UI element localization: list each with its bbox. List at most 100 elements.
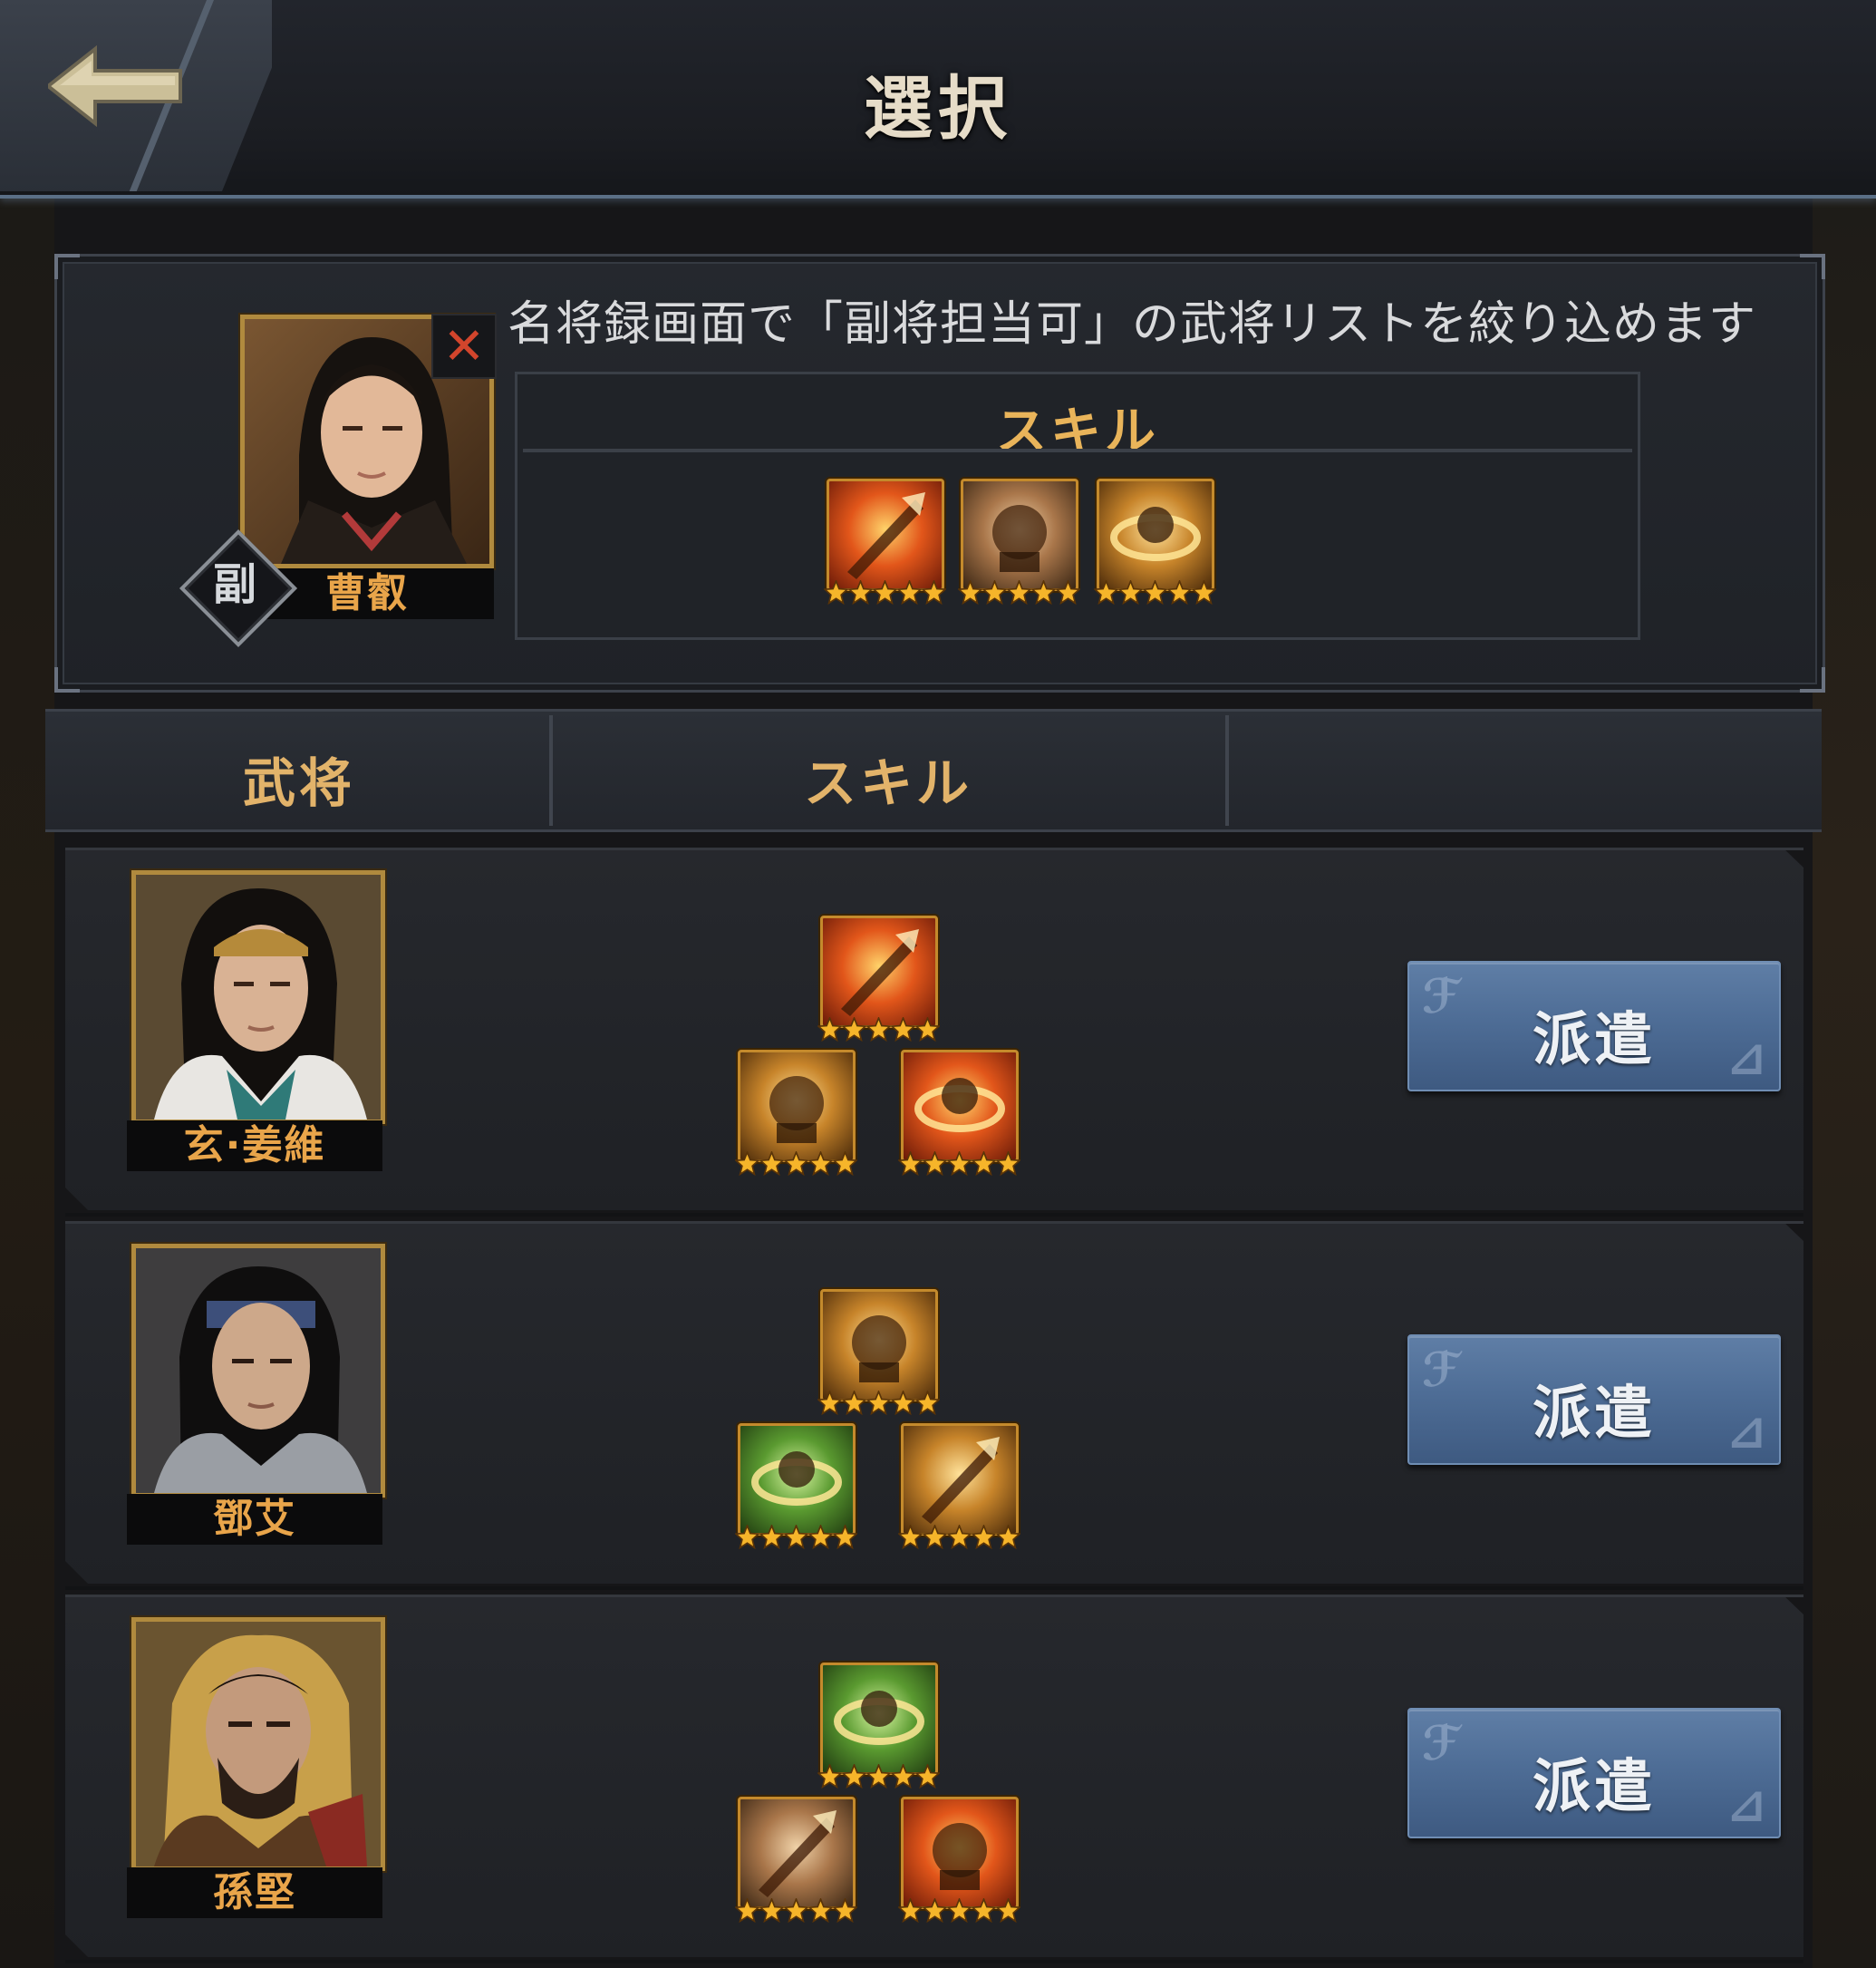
star-icon xyxy=(897,1898,923,1923)
skill-stars xyxy=(734,1525,857,1550)
star-icon xyxy=(783,1525,808,1549)
beast-roar-skill-icon xyxy=(901,1423,1019,1536)
supply-cart-skill-icon xyxy=(820,1663,938,1775)
star-icon xyxy=(914,1391,940,1415)
star-icon xyxy=(922,1151,947,1176)
star-icon xyxy=(946,1898,972,1923)
star-icon xyxy=(817,1764,842,1789)
skill-slot[interactable] xyxy=(897,1050,1020,1177)
supply-cart-skill-icon xyxy=(738,1423,856,1536)
star-icon xyxy=(759,1151,784,1176)
dispatch-button-3[interactable]: ℱ ⊿ 派遣 xyxy=(1407,1708,1781,1838)
remove-selected-button[interactable]: ✕ xyxy=(431,314,497,379)
star-icon xyxy=(783,1898,808,1923)
general-portrait-image xyxy=(136,1622,381,1866)
general-aura-skill-icon xyxy=(1097,479,1214,591)
star-icon xyxy=(995,1525,1020,1549)
star-icon xyxy=(807,1151,833,1176)
star-icon xyxy=(897,1151,923,1176)
star-icon xyxy=(783,1151,808,1176)
skill-stars xyxy=(957,580,1080,606)
skill-stars xyxy=(897,1898,1020,1924)
col-skill-header: スキル xyxy=(803,752,972,814)
star-icon xyxy=(807,1525,833,1549)
star-icon xyxy=(832,1525,857,1549)
skill-stars xyxy=(1093,580,1216,606)
star-icon xyxy=(1191,580,1216,605)
general-name: 孫堅 xyxy=(127,1867,382,1918)
page-title: 選択 xyxy=(864,68,1012,149)
star-icon xyxy=(734,1151,759,1176)
star-icon xyxy=(865,1764,891,1789)
star-icon xyxy=(841,1764,866,1789)
star-icon xyxy=(817,1017,842,1042)
skill-slot[interactable] xyxy=(817,916,940,1042)
skill-slot[interactable] xyxy=(897,1423,1020,1550)
skill-slot[interactable] xyxy=(817,1663,940,1789)
skill-slot[interactable] xyxy=(897,1797,1020,1924)
hint-text: 名将録画面で「副将担当可」の武将リストを絞り込めます xyxy=(508,297,1757,352)
star-icon xyxy=(832,1151,857,1176)
skill-slot[interactable] xyxy=(734,1797,857,1924)
skill-stars xyxy=(897,1525,1020,1550)
star-icon xyxy=(1142,580,1167,605)
star-icon xyxy=(914,1017,940,1042)
skill-stars xyxy=(817,1764,940,1789)
background-left xyxy=(0,195,54,1968)
star-icon xyxy=(982,580,1007,605)
star-icon xyxy=(922,1525,947,1549)
star-icon xyxy=(921,580,946,605)
arrow-shield-skill-icon xyxy=(738,1797,856,1909)
star-icon xyxy=(1030,580,1056,605)
star-icon xyxy=(995,1898,1020,1923)
star-icon xyxy=(914,1764,940,1789)
dispatch-button-2[interactable]: ℱ ⊿ 派遣 xyxy=(1407,1334,1781,1465)
spear-strike-skill-icon xyxy=(820,916,938,1028)
gauntlet-sword-skill-icon xyxy=(901,1050,1019,1162)
star-icon xyxy=(807,1898,833,1923)
star-icon xyxy=(890,1764,915,1789)
star-icon xyxy=(946,1525,972,1549)
general-portrait-jiangwei[interactable] xyxy=(131,870,385,1124)
close-icon: ✕ xyxy=(442,316,486,376)
star-icon xyxy=(971,1898,996,1923)
dispatch-button-1[interactable]: ℱ ⊿ 派遣 xyxy=(1407,961,1781,1091)
skill-slot[interactable] xyxy=(734,1423,857,1550)
star-icon xyxy=(897,1525,923,1549)
star-icon xyxy=(957,580,982,605)
skill-stars xyxy=(897,1151,1020,1177)
skill-stars xyxy=(734,1151,857,1177)
star-icon xyxy=(759,1525,784,1549)
skill-stars xyxy=(817,1017,940,1042)
star-icon xyxy=(734,1898,759,1923)
general-name: 玄·姜維 xyxy=(127,1120,382,1171)
skill-slot[interactable] xyxy=(823,479,946,606)
star-icon xyxy=(872,580,897,605)
general-portrait-sunjian[interactable] xyxy=(131,1617,385,1871)
general-name: 鄧艾 xyxy=(127,1494,382,1545)
star-icon xyxy=(922,1898,947,1923)
col-general-header: 武将 xyxy=(242,752,355,814)
star-icon xyxy=(817,1391,842,1415)
star-icon xyxy=(1166,580,1192,605)
lion-helmet-skill-icon xyxy=(738,1050,856,1162)
skill-slot[interactable] xyxy=(1093,479,1216,606)
star-icon xyxy=(896,580,922,605)
top-bar: 選択 xyxy=(0,0,1876,199)
skill-slot[interactable] xyxy=(817,1289,940,1416)
general-portrait-image xyxy=(136,1248,381,1493)
star-icon xyxy=(890,1017,915,1042)
star-icon xyxy=(971,1525,996,1549)
star-icon xyxy=(759,1898,784,1923)
skill-stars xyxy=(734,1898,857,1924)
star-icon xyxy=(841,1017,866,1042)
star-icon xyxy=(823,580,848,605)
star-icon xyxy=(865,1017,891,1042)
star-icon xyxy=(832,1898,857,1923)
warrior-charge-skill-icon xyxy=(901,1797,1019,1909)
skill-stars xyxy=(817,1391,940,1416)
general-portrait-dengai[interactable] xyxy=(131,1244,385,1498)
star-icon xyxy=(865,1391,891,1415)
skill-slot[interactable] xyxy=(734,1050,857,1177)
skill-slot[interactable] xyxy=(957,479,1080,606)
